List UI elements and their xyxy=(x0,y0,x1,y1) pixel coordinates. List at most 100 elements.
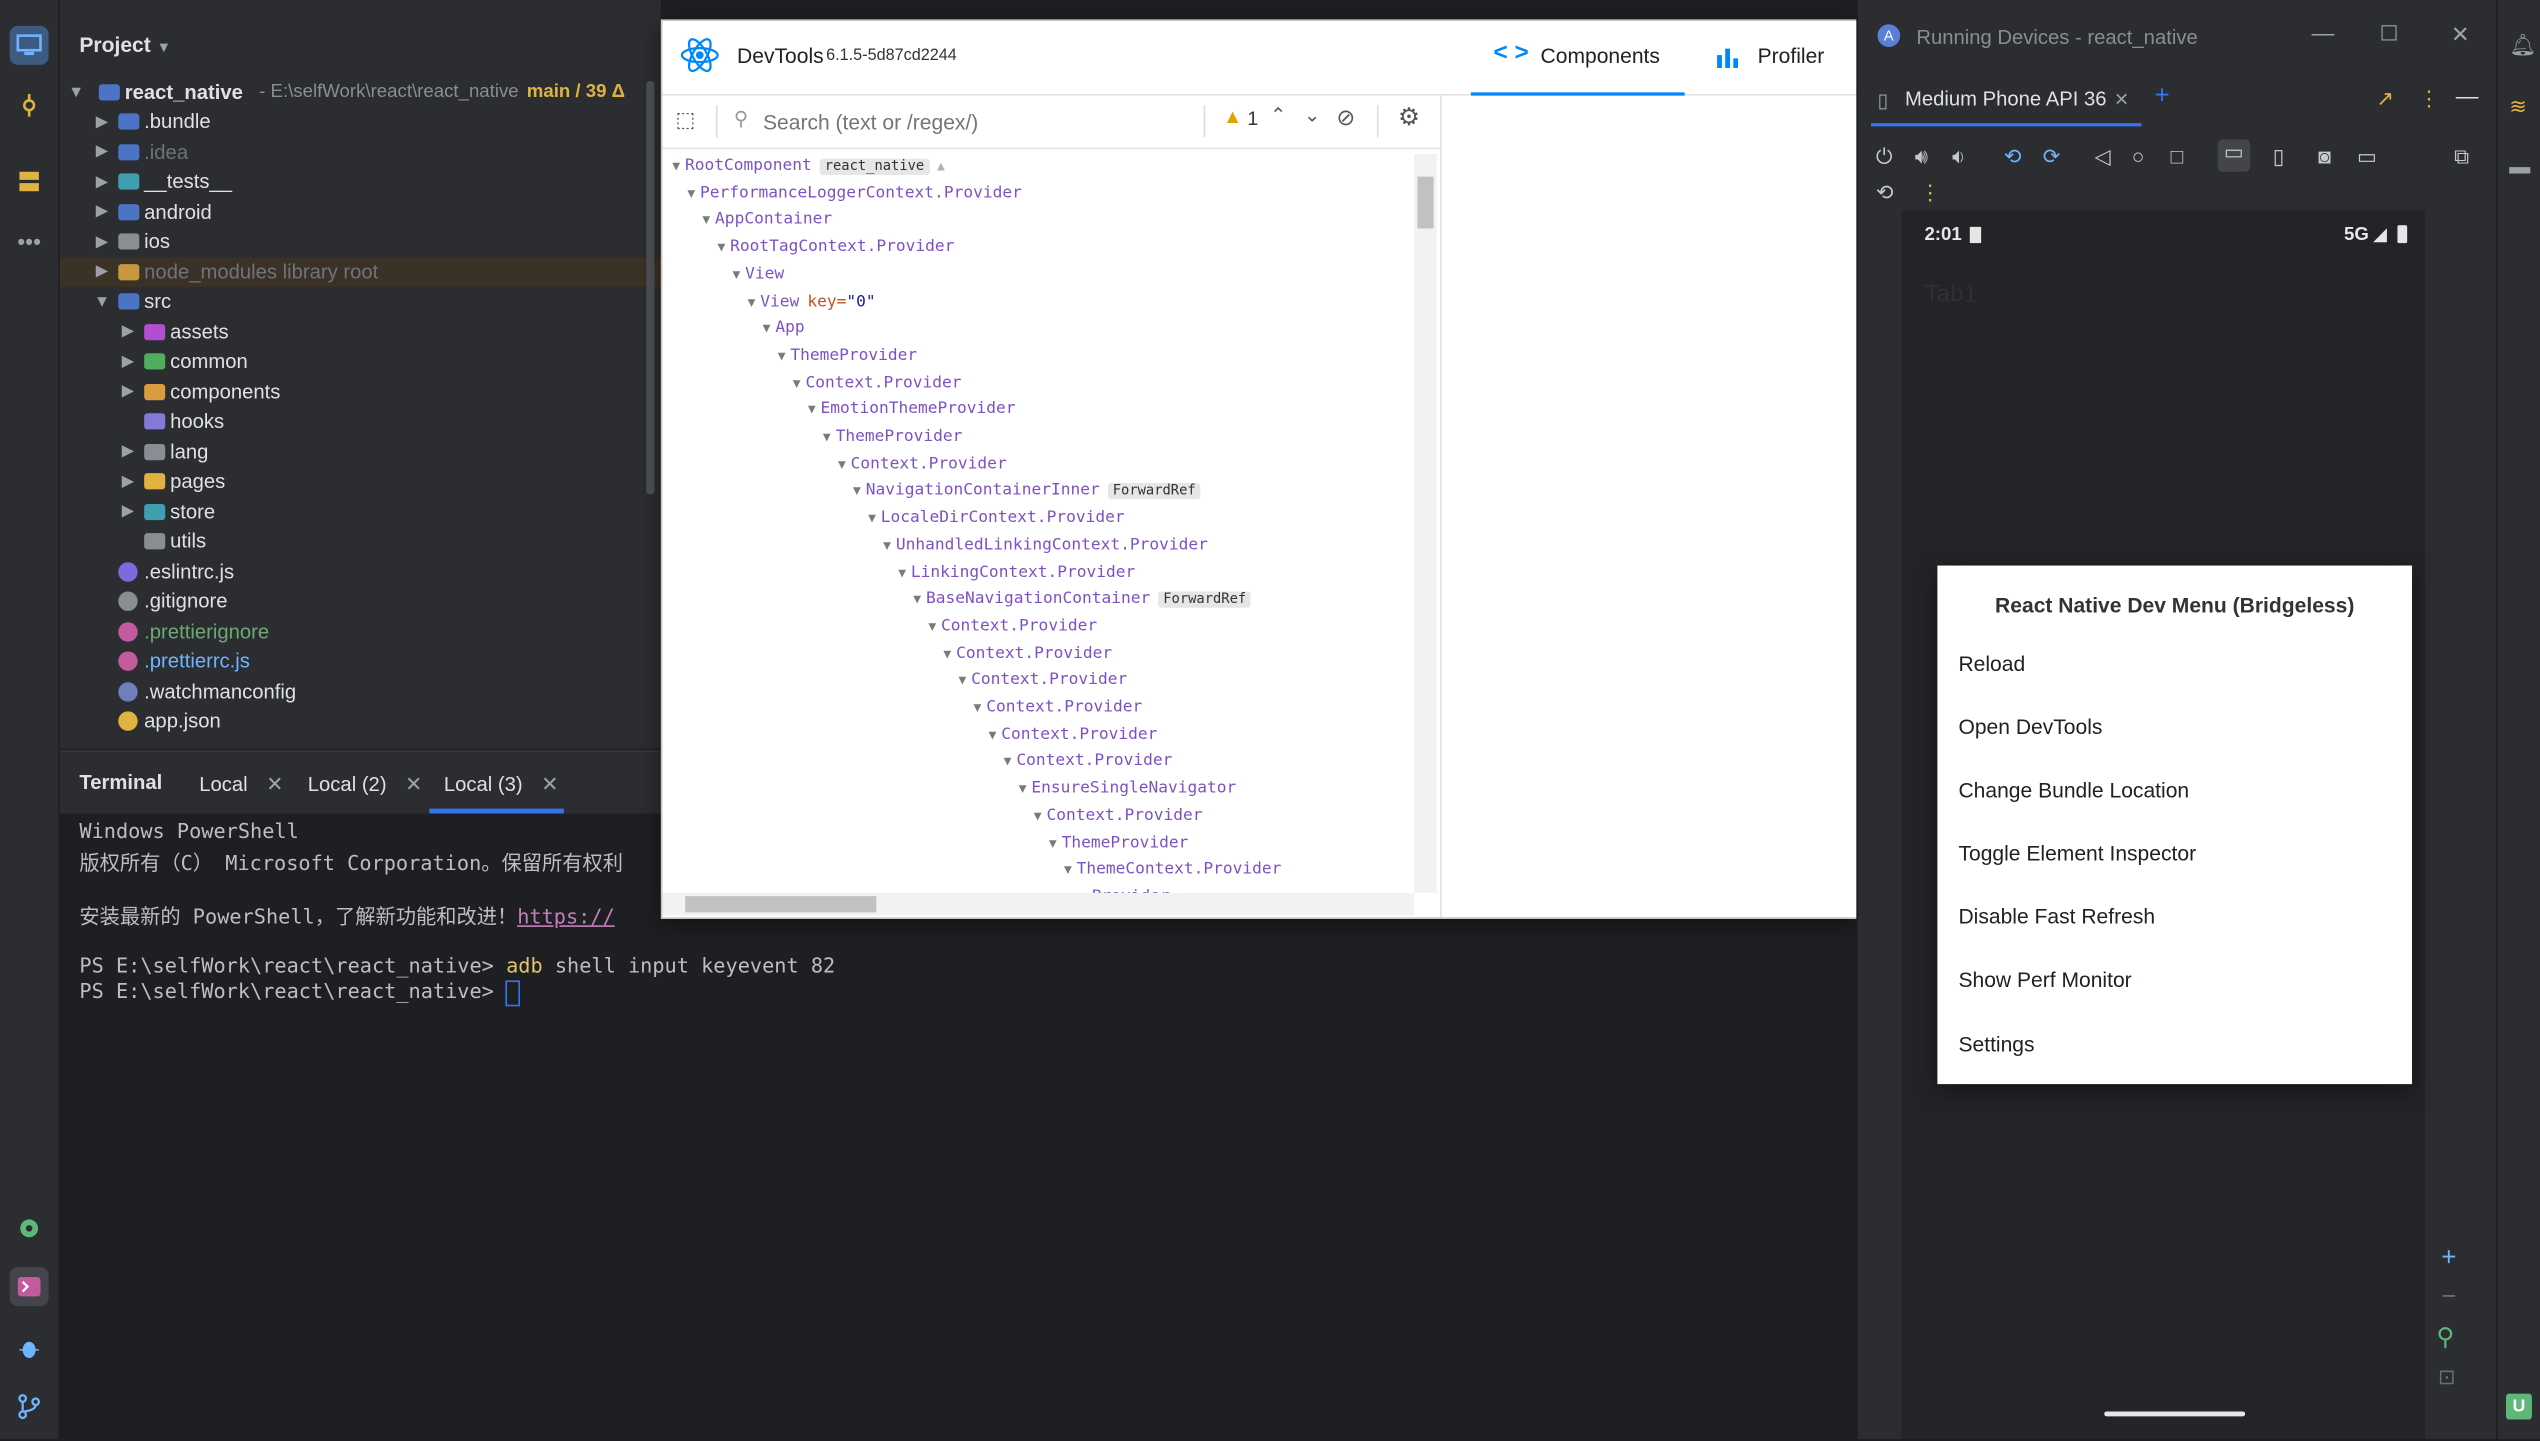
menu-item-reload[interactable]: Reload xyxy=(1958,651,2025,675)
tree-horizontal-scrollbar[interactable] xyxy=(662,892,1415,916)
zoom-out-icon[interactable]: − xyxy=(2441,1283,2456,1312)
component-node[interactable]: ▼ EmotionThemeProvider xyxy=(808,401,1016,419)
power-icon[interactable]: ⏻ xyxy=(1876,144,1893,170)
chevron-down-icon[interactable]: ⌄ xyxy=(1304,104,1320,127)
clear-icon[interactable]: ⊘ xyxy=(1336,104,1355,132)
close-icon[interactable]: ✕ xyxy=(2114,89,2129,110)
component-node[interactable]: ▼ Context.Provider xyxy=(974,698,1143,716)
plugin-icon[interactable]: U xyxy=(2505,1393,2532,1420)
component-node[interactable]: ▼ RootTagContext.Provider xyxy=(717,238,954,256)
zoom-fit-icon[interactable]: ⚲ xyxy=(2436,1322,2454,1352)
back-icon[interactable]: ◁ xyxy=(2095,144,2111,170)
component-node[interactable]: ▼ App xyxy=(763,320,805,338)
expand-triangle-icon[interactable]: ▼ xyxy=(853,484,861,499)
expand-triangle-icon[interactable]: ▼ xyxy=(898,565,906,580)
expand-triangle-icon[interactable]: ▼ xyxy=(702,213,710,228)
component-node[interactable]: ▼ Context.Provider xyxy=(928,617,1097,635)
device-explorer-icon[interactable]: ▬ xyxy=(2509,154,2530,178)
tree-item[interactable]: ▶ common xyxy=(60,347,661,376)
more-tools-icon[interactable]: ••• xyxy=(10,222,49,261)
terminal-link[interactable]: https:// xyxy=(517,904,615,928)
volume-up-icon[interactable]: 🔊︎ xyxy=(1915,144,1928,170)
project-scrollbar[interactable] xyxy=(646,81,655,495)
expand-triangle-icon[interactable]: ▼ xyxy=(808,402,816,417)
terminal-tool-button[interactable] xyxy=(9,1267,49,1307)
terminal-tab-local-2[interactable]: Local (2) ✕ xyxy=(308,771,422,796)
tree-item[interactable]: ▶ .bundle xyxy=(60,107,661,136)
warning-icon[interactable]: ▲ xyxy=(1223,105,1242,128)
expand-triangle-icon[interactable]: ▼ xyxy=(687,186,695,201)
tree-vertical-scrollbar[interactable] xyxy=(1414,153,1437,893)
structure-tool-button[interactable] xyxy=(10,162,49,201)
chevron-icon[interactable]: ▶ xyxy=(118,322,137,340)
settings-tool-button[interactable] xyxy=(10,1209,49,1248)
menu-item-change-bundle[interactable]: Change Bundle Location xyxy=(1958,778,2189,802)
actual-size-icon[interactable]: ⊡ xyxy=(2438,1364,2456,1390)
search-input[interactable] xyxy=(759,103,1204,140)
component-node[interactable]: ▼ LinkingContext.Provider xyxy=(898,563,1135,581)
menu-item-fast-refresh[interactable]: Disable Fast Refresh xyxy=(1958,904,2155,928)
expand-triangle-icon[interactable]: ▼ xyxy=(868,511,876,526)
rotate-left-icon[interactable]: ⟲ xyxy=(2004,144,2022,170)
chevron-icon[interactable]: ▶ xyxy=(118,442,137,460)
device-tab[interactable]: Medium Phone API 36 xyxy=(1905,88,2107,111)
component-node[interactable]: ▼ Context.Provider xyxy=(1034,807,1203,825)
expand-triangle-icon[interactable]: ▼ xyxy=(1019,781,1027,796)
component-node[interactable]: ▼ Context.Provider xyxy=(1004,753,1173,771)
project-panel-title[interactable]: Project ▼ xyxy=(79,32,171,56)
terminal-input-line[interactable]: PS E:\selfWork\react\react_native> xyxy=(79,979,521,1006)
more-vertical-icon[interactable]: ⋮ xyxy=(2419,86,2440,112)
component-node[interactable]: ▼ ThemeContext.Provider xyxy=(1064,861,1281,879)
overview-icon[interactable]: □ xyxy=(2171,144,2184,168)
component-node[interactable]: ▼ LocaleDirContext.Provider xyxy=(868,509,1125,527)
record-icon[interactable]: ▭ xyxy=(2357,144,2377,170)
tree-item[interactable]: ▶ assets xyxy=(60,317,661,346)
project-tool-button[interactable] xyxy=(9,25,49,65)
component-node[interactable]: ▼ Context.Provider xyxy=(943,644,1112,662)
expand-triangle-icon[interactable]: ▼ xyxy=(672,159,680,174)
expand-triangle-icon[interactable]: ▼ xyxy=(793,375,801,390)
chevron-icon[interactable]: ▼ xyxy=(92,293,111,311)
expand-triangle-icon[interactable]: ▼ xyxy=(989,727,997,742)
device-manager-icon[interactable]: ▯ xyxy=(2273,144,2285,170)
close-icon[interactable]: ✕ xyxy=(266,773,283,796)
component-node[interactable]: ▼ Context.Provider xyxy=(958,671,1127,689)
component-node[interactable]: ▼ UnhandledLinkingContext.Provider xyxy=(883,536,1208,554)
notifications-icon[interactable]: 🔔︎ xyxy=(2509,32,2536,58)
expand-triangle-icon[interactable]: ▼ xyxy=(974,700,982,715)
component-node[interactable]: ▼ ThemeProvider xyxy=(823,428,962,446)
chevron-icon[interactable]: ▶ xyxy=(92,233,111,251)
chevron-icon[interactable]: ▶ xyxy=(118,502,137,520)
expand-triangle-icon[interactable]: ▼ xyxy=(883,538,891,553)
expand-triangle-icon[interactable]: ▼ xyxy=(838,456,846,471)
minimize-icon[interactable]: — xyxy=(2312,19,2335,45)
volume-down-icon[interactable]: 🔉︎ xyxy=(1952,144,1965,170)
tree-item[interactable]: .prettierrc.js xyxy=(60,647,661,676)
component-node[interactable]: ▼ ThemeProvider xyxy=(778,347,917,365)
component-node[interactable]: ▼ EnsureSingleNavigator xyxy=(1019,780,1236,798)
chevron-up-icon[interactable]: ⌃ xyxy=(1270,104,1286,127)
tree-item[interactable]: ▶ .idea xyxy=(60,137,661,166)
gesture-bar[interactable] xyxy=(2104,1411,2246,1417)
tree-item[interactable]: ▶ node_modules library root xyxy=(59,256,661,287)
expand-triangle-icon[interactable]: ▼ xyxy=(928,619,936,634)
tab-components[interactable]: < > Components xyxy=(1470,21,1685,96)
pane-divider[interactable] xyxy=(1440,95,1442,918)
hide-icon[interactable]: — xyxy=(2456,83,2479,109)
tree-item[interactable]: ▶ store xyxy=(60,497,661,526)
more-vertical-icon[interactable]: ⋮ xyxy=(1920,180,1941,206)
expand-triangle-icon[interactable]: ▼ xyxy=(913,592,921,607)
component-node[interactable]: ▼ NavigationContainerInner ForwardRef xyxy=(853,482,1201,500)
expand-triangle-icon[interactable]: ▼ xyxy=(1004,754,1012,769)
chevron-icon[interactable]: ▶ xyxy=(92,263,111,281)
chevron-icon[interactable]: ▶ xyxy=(92,113,111,131)
expand-triangle-icon[interactable]: ▼ xyxy=(1049,835,1057,850)
tree-item[interactable]: ▶ __tests__ xyxy=(60,167,661,196)
expand-triangle-icon[interactable]: ▼ xyxy=(732,267,740,282)
settings-gear-icon[interactable]: ⚙ xyxy=(1398,102,1420,132)
expand-triangle-icon[interactable]: ▼ xyxy=(748,294,756,309)
chevron-icon[interactable]: ▶ xyxy=(118,352,137,370)
tree-item[interactable]: utils xyxy=(60,527,661,556)
tree-item[interactable]: hooks xyxy=(60,407,661,436)
menu-item-open-devtools[interactable]: Open DevTools xyxy=(1958,715,2102,739)
